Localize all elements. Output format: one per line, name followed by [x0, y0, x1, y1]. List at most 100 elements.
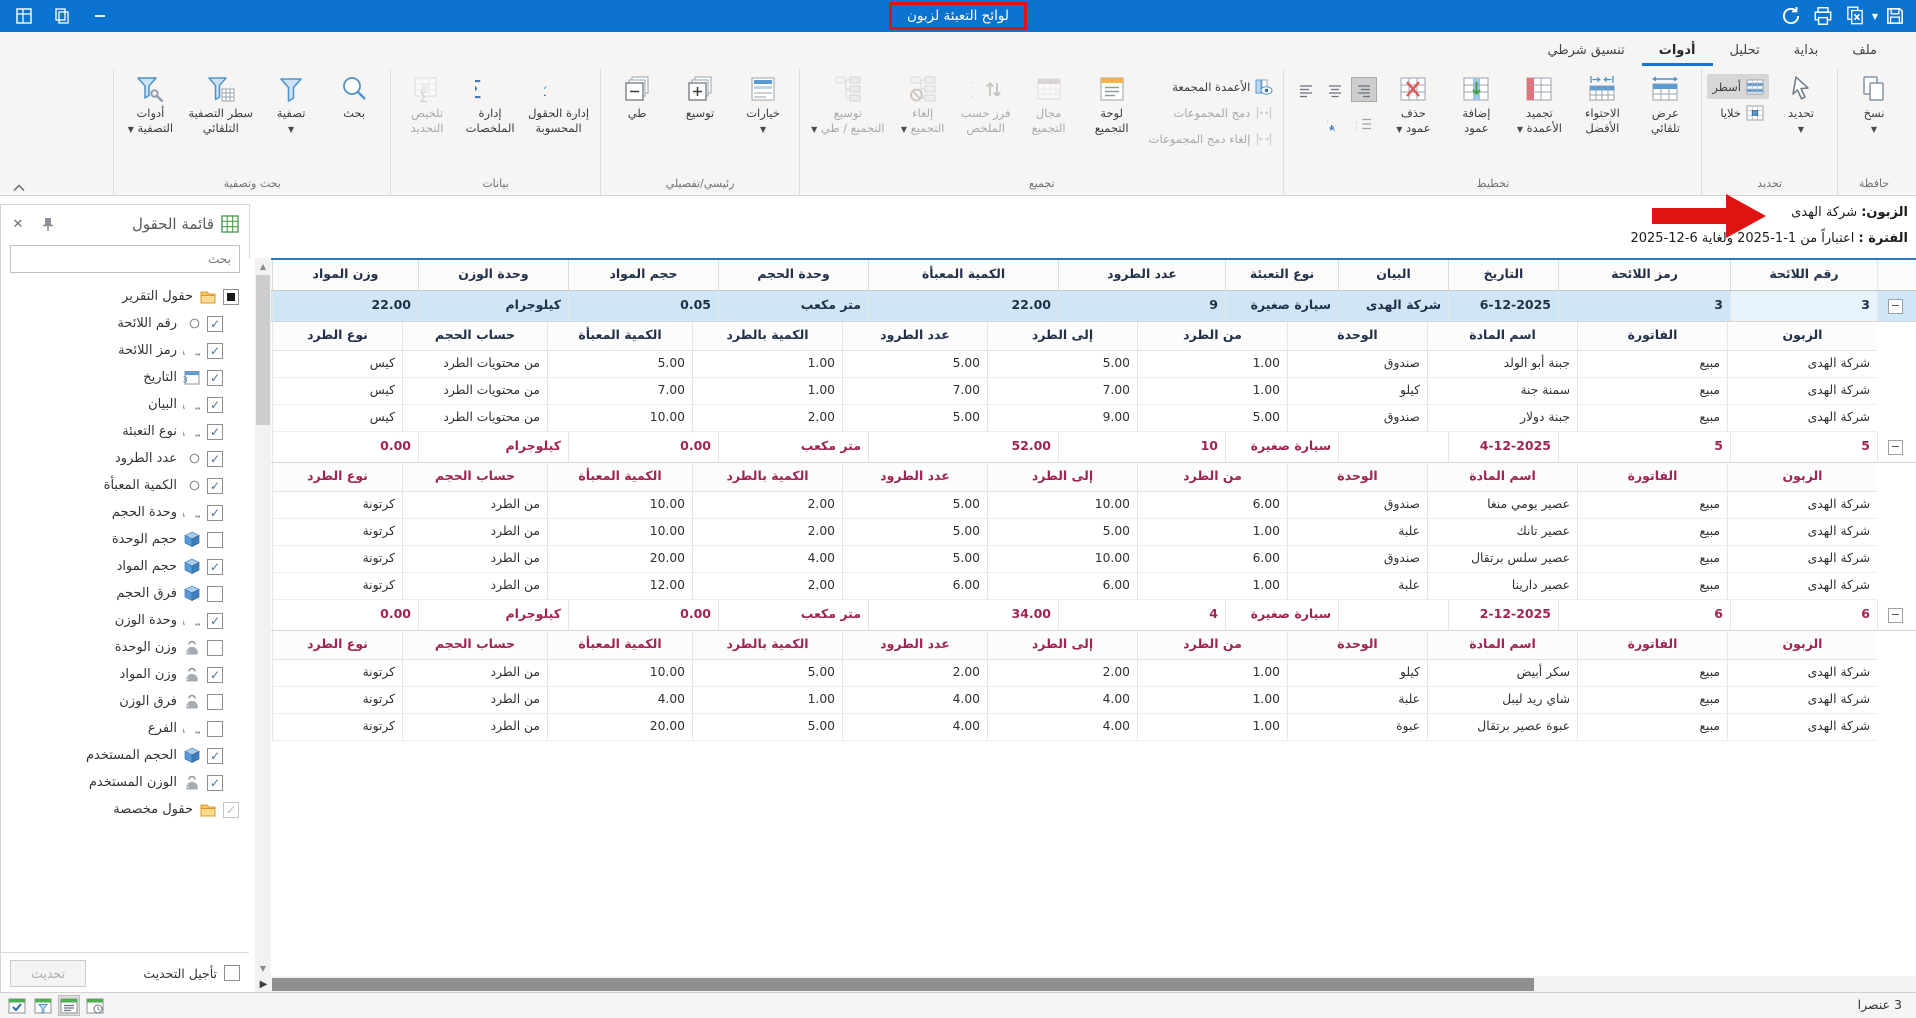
grid-cell[interactable]: 1.00 [1137, 687, 1287, 713]
column-header[interactable]: البيان [1338, 260, 1448, 290]
grid-cell[interactable]: شركة الهدى [1727, 351, 1877, 377]
field-item[interactable]: ✓1رقم اللائحة [1, 310, 249, 337]
grid-cell[interactable]: شركة الهدى [1727, 546, 1877, 572]
scroll-up-icon[interactable]: ▲ [255, 258, 271, 274]
expand-gutter[interactable]: − [1877, 291, 1916, 321]
grid-cell[interactable]: شركة الهدى [1727, 687, 1877, 713]
field-checkbox[interactable]: ✓ [207, 316, 223, 332]
grid-cell[interactable]: 5.00 [547, 351, 692, 377]
grid-cell[interactable]: 7.00 [547, 378, 692, 404]
grid-cell[interactable]: من الطرد [402, 573, 547, 599]
grid-cell[interactable]: عصير سلس برتقال [1427, 546, 1577, 572]
field-item[interactable]: ✓1الكمية المعبأة [1, 472, 249, 499]
grid-cell[interactable]: صندوق [1287, 405, 1427, 431]
grid-cell[interactable]: 5.00 [842, 405, 987, 431]
column-header[interactable]: وحدة الوزن [418, 260, 568, 290]
grid-cell[interactable]: 0.00 [272, 600, 418, 630]
grid-cell[interactable]: 9.00 [987, 405, 1137, 431]
column-header[interactable]: الكمية بالطرد [692, 322, 842, 350]
field-item[interactable]: ✓Aنوع التعبئة [1, 418, 249, 445]
ribbon-button[interactable]: fxإدارة الحقولالمحسوبة [522, 69, 595, 137]
grid-cell[interactable]: 20.00 [547, 714, 692, 740]
grid-cell[interactable]: 34.00 [868, 600, 1058, 630]
collapse-group-icon[interactable]: − [1888, 608, 1903, 623]
column-header[interactable]: عدد الطرود [842, 463, 987, 491]
expand-gutter[interactable]: − [1877, 432, 1916, 462]
grid-cell[interactable]: 6 [1730, 600, 1877, 630]
grid-cell[interactable]: 6 [1558, 600, 1730, 630]
column-header[interactable]: الزبون [1727, 631, 1877, 659]
grid-cell[interactable]: 6.00 [842, 573, 987, 599]
ribbon-button[interactable]: توسيعالتجميع / طي ▼ [805, 69, 891, 137]
grid-cell[interactable]: 22.00 [868, 291, 1058, 321]
ribbon-button[interactable]: Σفرز حسبالملخص [955, 69, 1017, 137]
grid-cell[interactable]: 7.00 [842, 378, 987, 404]
field-item[interactable]: ✓حجم المواد [1, 553, 249, 580]
vertical-scrollbar[interactable]: ▲ ▼ [255, 258, 271, 976]
column-header[interactable]: الكمية المعبأة [547, 322, 692, 350]
grid-cell[interactable]: 0.00 [272, 432, 418, 462]
grid-cell[interactable]: من الطرد [402, 660, 547, 686]
field-checkbox[interactable] [207, 721, 223, 737]
expand-gutter[interactable] [1877, 260, 1916, 290]
column-header[interactable]: الكمية بالطرد [692, 463, 842, 491]
grid-cell[interactable]: من محتويات الطرد [402, 378, 547, 404]
column-header[interactable]: نوع الطرد [272, 322, 402, 350]
column-header[interactable]: من الطرد [1137, 463, 1287, 491]
column-header[interactable]: وزن المواد [272, 260, 418, 290]
horizontal-scroll-thumb[interactable] [272, 978, 1534, 991]
grid-cell[interactable]: 4.00 [547, 687, 692, 713]
grid-cell[interactable]: مبيع [1577, 660, 1727, 686]
grid-cell[interactable]: 0.05 [568, 291, 718, 321]
grid-cell[interactable]: 10.00 [547, 492, 692, 518]
grid-cell[interactable]: 5.00 [842, 492, 987, 518]
column-header[interactable]: إلى الطرد [987, 463, 1137, 491]
grid-cell[interactable]: 2.00 [692, 573, 842, 599]
grid-cell[interactable]: سيارة صغيرة [1225, 291, 1338, 321]
grid-cell[interactable]: كرتونة [272, 687, 402, 713]
field-checkbox[interactable] [207, 586, 223, 602]
grid-cell[interactable]: 2.00 [842, 660, 987, 686]
grid-cell[interactable]: مبيع [1577, 351, 1727, 377]
grid-cell[interactable]: 20.00 [547, 546, 692, 572]
grid-cell[interactable]: من الطرد [402, 714, 547, 740]
minimize-icon[interactable] [90, 6, 110, 26]
copy-pages-icon[interactable] [52, 6, 72, 26]
grid-cell[interactable]: 10.00 [987, 492, 1137, 518]
ribbon-button[interactable]: خيارات▼ [732, 69, 794, 137]
ribbon-button[interactable]: حذفعمود ▼ [1382, 69, 1444, 137]
grid-cell[interactable]: 1.00 [1137, 573, 1287, 599]
grid-cell[interactable]: 2.00 [692, 492, 842, 518]
column-header[interactable]: عدد الطرود [1058, 260, 1225, 290]
window-filter-icon[interactable] [32, 995, 54, 1016]
ribbon-button[interactable]: طي [606, 69, 668, 137]
grid-cell[interactable]: كيلوجرام [418, 291, 568, 321]
column-header[interactable]: الفاتورة [1577, 631, 1727, 659]
field-checkbox[interactable]: ✓ [223, 802, 239, 818]
grid-cell[interactable]: 0.00 [568, 600, 718, 630]
field-item[interactable]: ✓حقول مخصصة [1, 796, 249, 823]
grid-cell[interactable]: 5 [1730, 432, 1877, 462]
tab-2[interactable]: تحليل [1713, 37, 1777, 66]
refresh-button[interactable]: تحديث [10, 960, 86, 987]
grid-cell[interactable]: من الطرد [402, 687, 547, 713]
grid-cell[interactable]: كيس [272, 351, 402, 377]
grid-cell[interactable]: شاي ريد ليبل [1427, 687, 1577, 713]
grid-cell[interactable]: 5.00 [692, 714, 842, 740]
grid-cell[interactable]: كيلوجرام [418, 600, 568, 630]
field-item[interactable]: ✓Aرمز اللائحة [1, 337, 249, 364]
grid-cell[interactable]: 4-12-2025 [1448, 432, 1558, 462]
tab-3[interactable]: أدوات [1642, 37, 1713, 66]
field-item[interactable]: ✓KGالوزن المستخدم [1, 769, 249, 796]
grid-cell[interactable]: 2.00 [692, 405, 842, 431]
column-header[interactable]: حساب الحجم [402, 463, 547, 491]
grid-cell[interactable]: علبة [1287, 687, 1427, 713]
grid-cell[interactable]: شركة الهدى [1727, 573, 1877, 599]
grid-cell[interactable]: 1.00 [692, 687, 842, 713]
grid-cell[interactable]: من الطرد [402, 546, 547, 572]
field-item[interactable]: ✓KGوزن المواد [1, 661, 249, 688]
field-checkbox[interactable]: ✓ [207, 559, 223, 575]
field-search-input[interactable] [11, 246, 239, 272]
grid-cell[interactable]: شركة الهدى [1727, 714, 1877, 740]
ribbon-button[interactable]: تصفية▼ [260, 69, 322, 137]
